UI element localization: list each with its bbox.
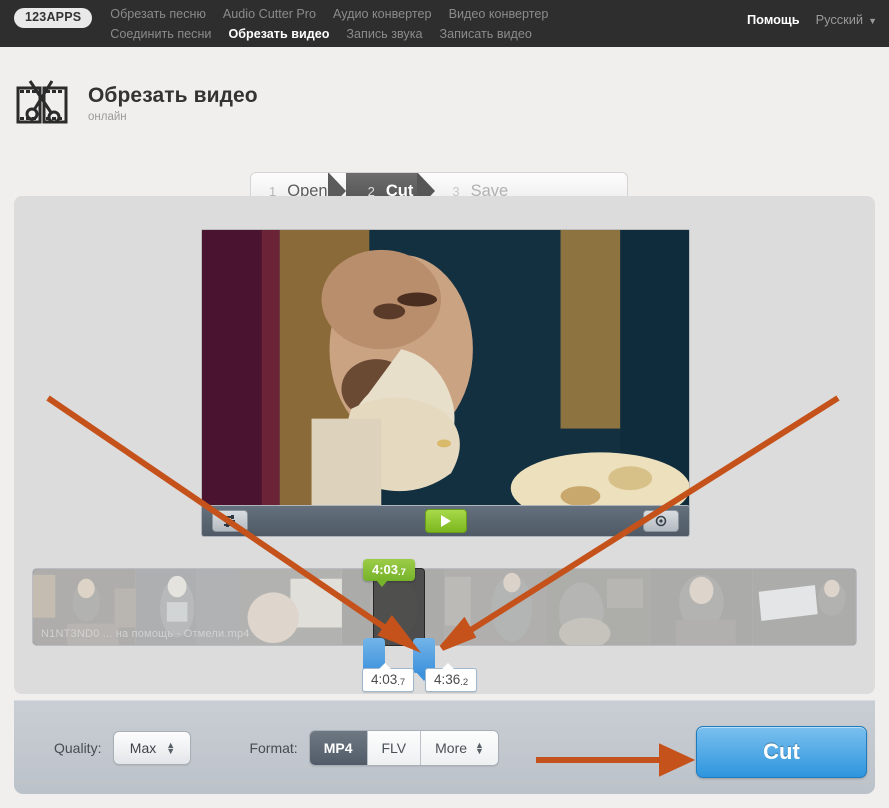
volume-glyph [655,515,667,527]
thumb-image-6 [547,569,651,645]
page-subtitle: онлайн [88,111,127,123]
tooltip-time-value: 4:03 [372,562,399,577]
filmstrip-thumb-7 [650,569,754,645]
start-time-value: 4:03 [371,672,398,687]
filmstrip-thumb-3 [238,569,342,645]
end-time-value: 4:36 [434,672,461,687]
quality-select[interactable]: Max ▲ ▼ [113,730,192,765]
nav-links: Обрезать песню Audio Cutter Pro Аудио ко… [110,5,640,43]
more-stepper-icon: ▲ ▼ [475,739,484,756]
format-label: Format: [249,739,298,756]
mute-icon[interactable] [643,510,679,532]
start-time-frac: .7 [397,677,406,688]
nav-right-group: Помощь Русский ▼ [747,12,877,27]
film-scissors-icon [16,79,68,123]
tooltip-time-frac: .7 [398,567,406,578]
language-label: Русский [815,12,864,27]
filmstrip-thumb-8 [753,569,856,645]
play-button[interactable] [424,509,467,533]
cut-button-label: Cut [763,739,800,764]
top-navigation-bar: 123APPS Обрезать песню Audio Cutter Pro … [0,0,889,47]
nav-link-video-cutter[interactable]: Обрезать видео [228,25,329,43]
help-link[interactable]: Помощь [747,12,800,27]
page-title: Обрезать видео [88,84,258,107]
crop-settings-icon[interactable] [212,510,248,532]
page-header: Обрезать видео онлайн [0,47,889,160]
language-selector[interactable]: Русский ▼ [816,12,877,27]
video-frame-image [202,230,689,508]
thumb-image-7 [650,569,754,645]
crop-settings-glyph [224,515,235,527]
nav-link-audio-joiner[interactable]: Соединить песни [110,25,211,43]
end-time-frac: .2 [460,677,469,688]
format-option-more[interactable]: More ▲ ▼ [421,730,498,765]
end-time-input[interactable]: 4:36.2 [425,663,478,692]
format-flv-label: FLV [381,739,407,756]
cut-button[interactable]: Cut [696,726,867,778]
thumb-image-5 [444,569,548,645]
source-filename: N1NT3ND0 ... на помощь - Отмели.mp4 [41,628,250,640]
nav-link-audio-converter[interactable]: Аудио конвертер [333,5,432,23]
play-icon [440,515,451,527]
thumb-image-3 [238,569,342,645]
format-more-label: More [435,739,468,756]
logo-123apps[interactable]: 123APPS [14,8,93,28]
page-title-group: Обрезать видео онлайн [88,84,258,123]
stepper-icon: ▲ ▼ [166,739,176,756]
format-mp4-label: MP4 [323,739,353,756]
filmstrip-thumb-5 [444,569,548,645]
quality-value: Max [129,739,157,756]
format-option-mp4[interactable]: MP4 [309,730,368,765]
playhead-time-tooltip: 4:03.7 [363,559,415,587]
nav-link-video-recorder[interactable]: Записать видео [440,25,532,43]
format-option-flv[interactable]: FLV [367,730,422,765]
quality-label: Quality: [54,739,102,756]
nav-link-video-converter[interactable]: Видео конвертер [449,5,549,23]
format-segmented-control: MP4 FLV More ▲ ▼ [308,729,499,766]
nav-link-audio-cutter[interactable]: Обрезать песню [110,5,206,23]
thumb-image-8 [753,569,856,645]
video-preview[interactable] [201,229,690,509]
nav-link-voice-recorder[interactable]: Запись звука [346,25,422,43]
start-time-input[interactable]: 4:03.7 [362,663,415,692]
chevron-down-icon: ▼ [868,15,877,26]
timeline-filmstrip[interactable]: N1NT3ND0 ... на помощь - Отмели.mp4 [32,568,857,646]
filmstrip-thumb-6 [547,569,651,645]
nav-link-audio-cutter-pro[interactable]: Audio Cutter Pro [223,5,316,23]
video-control-bar [201,505,690,537]
